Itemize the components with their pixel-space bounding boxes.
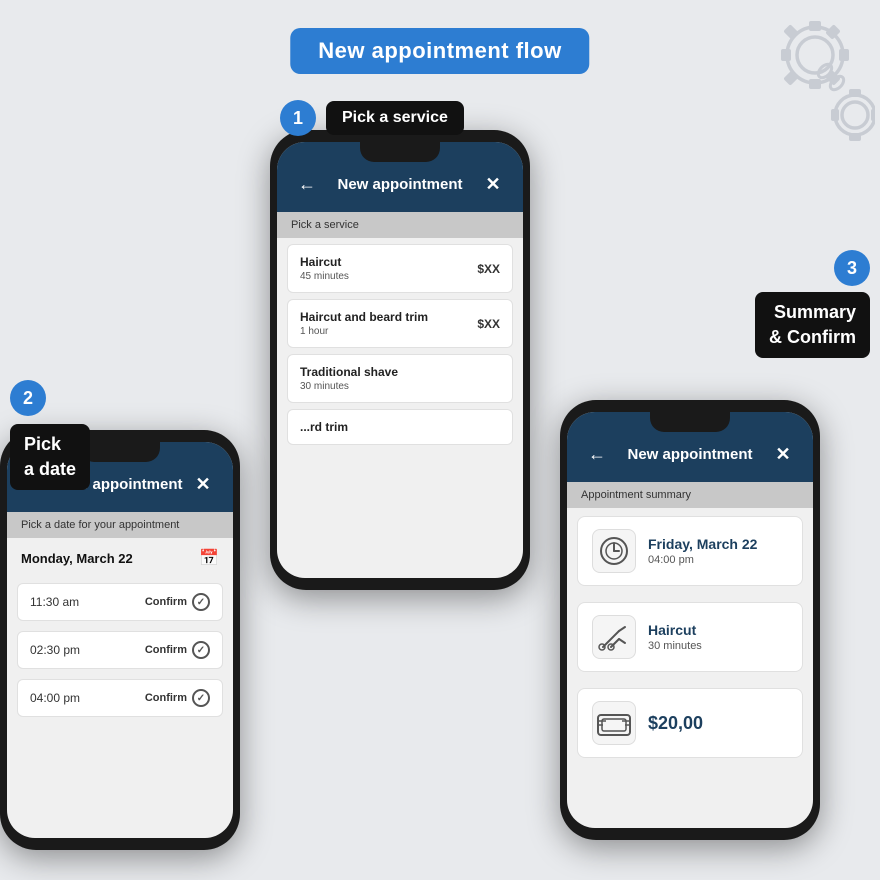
- phone2-subheader: Pick a date for your appointment: [7, 512, 233, 538]
- phone2-notch: [80, 442, 160, 462]
- service-shave-duration: 30 minutes: [300, 381, 398, 392]
- summary-date-icon: [592, 529, 636, 573]
- service-haircut-beard-duration: 1 hour: [300, 326, 428, 337]
- timeslot-1130-check[interactable]: ✓: [192, 593, 210, 611]
- timeslot-1130-confirm-label: Confirm: [145, 596, 187, 608]
- phone2-date: Monday, March 22 📅: [7, 538, 233, 578]
- step3-number: 3: [834, 250, 870, 286]
- decorative-gears: [715, 5, 875, 165]
- step2-text: Picka date: [10, 424, 90, 490]
- phone1-back-btn[interactable]: ←: [293, 170, 321, 198]
- phone-summary: ← New appointment ✕ Appointment summary …: [560, 400, 820, 840]
- phone-pick-service: ← New appointment ✕ Pick a service Hairc…: [270, 130, 530, 590]
- service-haircut-beard[interactable]: Haircut and beard trim 1 hour $XX: [287, 299, 513, 348]
- timeslot-0230[interactable]: 02:30 pm Confirm ✓: [17, 631, 223, 669]
- step1-number: 1: [280, 100, 316, 136]
- phone1-title: New appointment: [321, 176, 479, 193]
- phone1-notch: [360, 142, 440, 162]
- timeslot-0400[interactable]: 04:00 pm Confirm ✓: [17, 679, 223, 717]
- step1-text: Pick a service: [326, 101, 464, 135]
- phone-pick-date: ← New appointment ✕ Pick a date for your…: [0, 430, 240, 850]
- timeslot-0400-check[interactable]: ✓: [192, 689, 210, 707]
- phone1-close-btn[interactable]: ✕: [479, 170, 507, 198]
- summary-haircut-icon: [592, 615, 636, 659]
- step3-text: Summary& Confirm: [755, 292, 870, 358]
- service-haircut-duration: 45 minutes: [300, 271, 349, 282]
- service-haircut-beard-price: $XX: [477, 317, 500, 331]
- timeslot-0400-confirm-label: Confirm: [145, 692, 187, 704]
- summary-haircut-subtitle: 30 minutes: [648, 640, 702, 652]
- phone3-back-btn[interactable]: ←: [583, 440, 611, 468]
- timeslot-0230-confirm-label: Confirm: [145, 644, 187, 656]
- summary-haircut-item: Haircut 30 minutes: [577, 602, 803, 672]
- timeslot-0230-time: 02:30 pm: [30, 643, 80, 657]
- calendar-icon[interactable]: 📅: [199, 548, 219, 568]
- service-haircut-price: $XX: [477, 262, 500, 276]
- page-title: New appointment flow: [290, 28, 589, 74]
- timeslot-1130-time: 11:30 am: [30, 595, 79, 609]
- phone2-close-btn[interactable]: ✕: [189, 470, 217, 498]
- summary-haircut-title: Haircut: [648, 622, 702, 638]
- phone3-notch: [650, 412, 730, 432]
- phone3-title: New appointment: [611, 446, 769, 463]
- summary-price-icon: [592, 701, 636, 745]
- phone3-subheader: Appointment summary: [567, 482, 813, 508]
- service-shave[interactable]: Traditional shave 30 minutes: [287, 354, 513, 403]
- step2-number: 2: [10, 380, 46, 416]
- timeslot-0230-check[interactable]: ✓: [192, 641, 210, 659]
- step1-label: 1 Pick a service: [280, 100, 464, 136]
- summary-date-subtitle: 04:00 pm: [648, 554, 757, 566]
- service-haircut-beard-name: Haircut and beard trim: [300, 310, 428, 324]
- step2-label: 2 Picka date: [10, 380, 90, 490]
- phone1-subheader: Pick a service: [277, 212, 523, 238]
- service-partial[interactable]: ...rd trim: [287, 409, 513, 445]
- phone3-close-btn[interactable]: ✕: [769, 440, 797, 468]
- summary-date-item: Friday, March 22 04:00 pm: [577, 516, 803, 586]
- summary-price-title: $20,00: [648, 713, 703, 734]
- step3-label: 3 Summary& Confirm: [755, 250, 870, 358]
- service-partial-name: ...rd trim: [300, 420, 348, 434]
- service-shave-name: Traditional shave: [300, 365, 398, 379]
- service-haircut[interactable]: Haircut 45 minutes $XX: [287, 244, 513, 293]
- summary-date-title: Friday, March 22: [648, 536, 757, 552]
- summary-price-item: $20,00: [577, 688, 803, 758]
- service-haircut-name: Haircut: [300, 255, 349, 269]
- timeslot-0400-time: 04:00 pm: [30, 691, 80, 705]
- timeslot-1130[interactable]: 11:30 am Confirm ✓: [17, 583, 223, 621]
